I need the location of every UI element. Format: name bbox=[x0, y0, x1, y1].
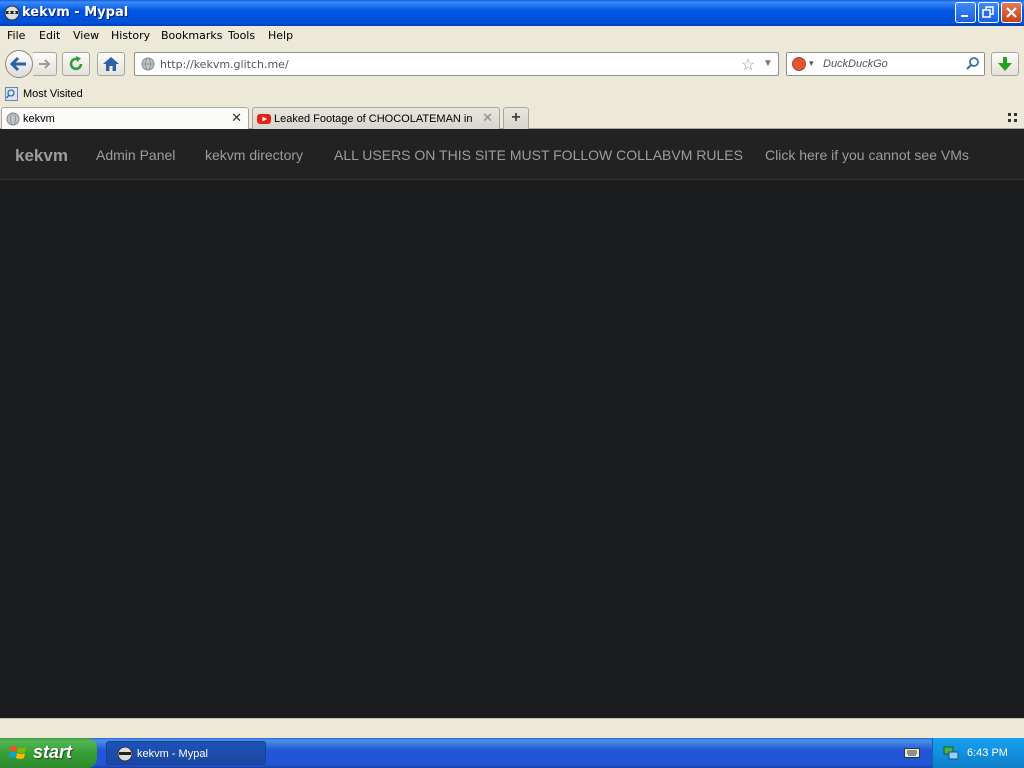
window-title: kekvm - Mypal bbox=[22, 5, 129, 20]
tab-close-icon[interactable]: ✕ bbox=[231, 110, 242, 126]
system-tray: 6:43 PM bbox=[932, 738, 1024, 768]
forward-arrow-icon bbox=[39, 59, 51, 69]
restore-icon bbox=[982, 6, 994, 18]
kekvm-directory-link[interactable]: kekvm directory bbox=[205, 147, 303, 163]
page-content: kekvm Admin Panel kekvm directory ALL US… bbox=[0, 129, 1024, 718]
url-dropdown-icon[interactable]: ▼ bbox=[763, 58, 773, 69]
menu-bar: File Edit View History Bookmarks Tools H… bbox=[0, 26, 1024, 46]
youtube-icon bbox=[257, 114, 271, 124]
clock[interactable]: 6:43 PM bbox=[967, 747, 1008, 759]
download-button[interactable] bbox=[991, 52, 1019, 76]
menu-tools[interactable]: Tools bbox=[228, 29, 255, 42]
search-bar[interactable]: ▾ DuckDuckGo bbox=[786, 52, 985, 76]
site-brand-link[interactable]: kekvm bbox=[15, 146, 68, 166]
window-titlebar[interactable]: kekvm - Mypal bbox=[0, 0, 1024, 26]
network-icon[interactable] bbox=[943, 745, 959, 761]
mypal-raccoon-icon bbox=[117, 746, 133, 762]
plus-icon: + bbox=[511, 109, 521, 126]
menu-file[interactable]: File bbox=[7, 29, 25, 42]
tab-list-icon[interactable] bbox=[1008, 113, 1018, 123]
star-icon[interactable]: ☆ bbox=[741, 55, 755, 75]
start-button[interactable]: start bbox=[0, 738, 97, 768]
home-icon bbox=[103, 57, 119, 71]
windows-logo-icon bbox=[9, 746, 26, 759]
back-button[interactable] bbox=[5, 50, 33, 78]
url-text[interactable]: http://kekvm.glitch.me/ bbox=[160, 58, 289, 71]
minimize-icon bbox=[961, 15, 968, 17]
download-arrow-icon bbox=[998, 57, 1012, 71]
url-bar[interactable]: http://kekvm.glitch.me/ ☆ ▼ bbox=[134, 52, 779, 76]
start-label: start bbox=[33, 742, 73, 762]
tab-strip: kekvm ✕ Leaked Footage of CHOCOLATEMAN i… bbox=[0, 104, 1024, 129]
navigation-toolbar: http://kekvm.glitch.me/ ☆ ▼ ▾ DuckDuckGo bbox=[0, 46, 1024, 84]
menu-edit[interactable]: Edit bbox=[39, 29, 60, 42]
admin-panel-link[interactable]: Admin Panel bbox=[96, 147, 175, 163]
restore-button[interactable] bbox=[978, 2, 999, 23]
tab-youtube[interactable]: Leaked Footage of CHOCOLATEMAN in di... … bbox=[252, 107, 500, 129]
status-bar bbox=[0, 718, 1024, 738]
menu-help[interactable]: Help bbox=[268, 29, 293, 42]
new-tab-button[interactable]: + bbox=[503, 107, 529, 129]
engine-dropdown-icon[interactable]: ▾ bbox=[809, 58, 814, 69]
cannot-see-vms-link[interactable]: Click here if you cannot see VMs bbox=[765, 147, 969, 163]
close-icon bbox=[1006, 7, 1017, 18]
menu-bookmarks[interactable]: Bookmarks bbox=[161, 29, 222, 42]
taskbar-item-label: kekvm - Mypal bbox=[137, 748, 208, 760]
most-visited-link[interactable]: Most Visited bbox=[23, 88, 83, 100]
home-button[interactable] bbox=[97, 52, 125, 76]
bookmarks-toolbar: Most Visited bbox=[0, 84, 1024, 104]
tab-title: Leaked Footage of CHOCOLATEMAN in di... bbox=[274, 113, 474, 125]
menu-view[interactable]: View bbox=[73, 29, 99, 42]
tab-title: kekvm bbox=[23, 113, 55, 125]
globe-icon bbox=[6, 112, 20, 126]
forward-button[interactable] bbox=[33, 52, 57, 76]
reload-icon bbox=[69, 56, 83, 71]
tab-kekvm[interactable]: kekvm ✕ bbox=[1, 107, 249, 129]
mypal-raccoon-icon bbox=[4, 5, 20, 21]
minimize-button[interactable] bbox=[955, 2, 976, 23]
reload-button[interactable] bbox=[62, 52, 90, 76]
menu-history[interactable]: History bbox=[111, 29, 150, 42]
close-button[interactable] bbox=[1001, 2, 1022, 23]
taskbar: start kekvm - Mypal 6:43 PM bbox=[0, 738, 1024, 768]
tab-close-icon[interactable]: ✕ bbox=[482, 110, 493, 126]
taskbar-item-mypal[interactable]: kekvm - Mypal bbox=[106, 741, 266, 765]
magnifier-icon[interactable] bbox=[965, 56, 981, 72]
duckduckgo-icon[interactable] bbox=[792, 57, 806, 71]
keyboard-icon[interactable] bbox=[904, 746, 920, 760]
search-placeholder[interactable]: DuckDuckGo bbox=[823, 58, 888, 70]
globe-icon bbox=[141, 57, 155, 71]
collabvm-rules-link[interactable]: ALL USERS ON THIS SITE MUST FOLLOW COLLA… bbox=[334, 147, 743, 163]
most-visited-icon bbox=[5, 87, 18, 101]
back-arrow-icon bbox=[9, 56, 26, 72]
site-navbar: kekvm Admin Panel kekvm directory ALL US… bbox=[0, 129, 1024, 180]
